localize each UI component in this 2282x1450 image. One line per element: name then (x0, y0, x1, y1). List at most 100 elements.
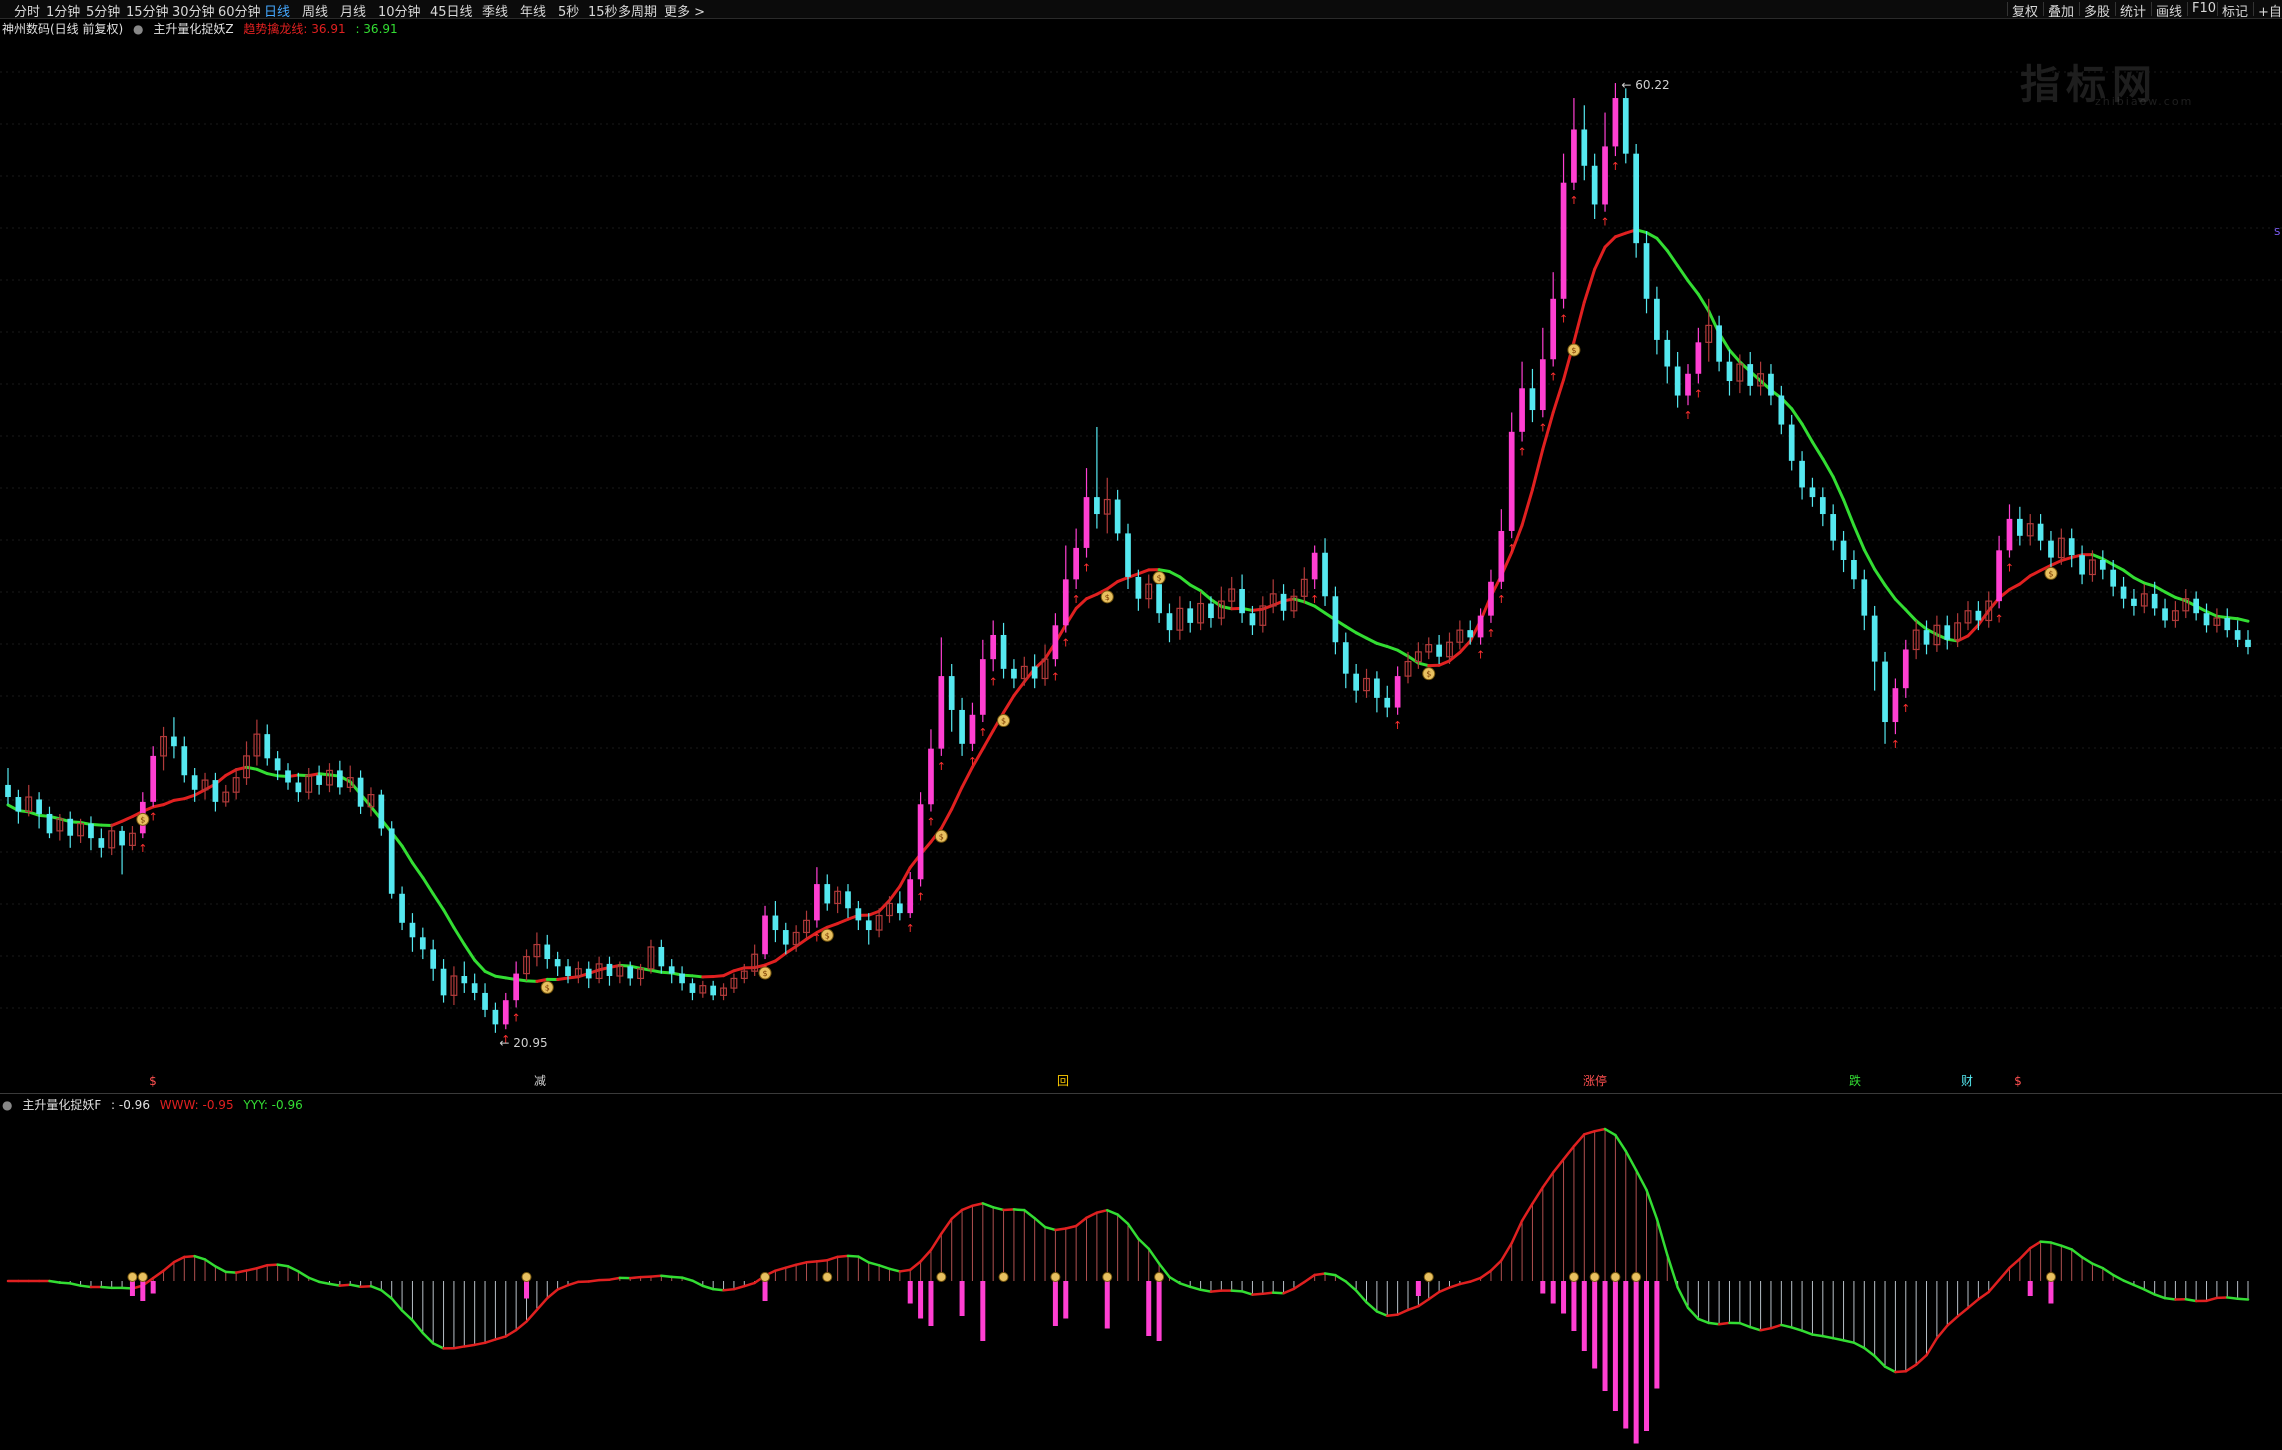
tool-separator (2043, 2, 2044, 16)
trend-line-segment (1852, 524, 1866, 552)
oscillator-segment (421, 1331, 435, 1345)
candle (544, 934, 551, 969)
candle (326, 763, 333, 793)
period-tab-12[interactable]: 年线 (520, 1, 546, 20)
candle-body (959, 709, 965, 744)
candle-body (2193, 598, 2199, 614)
oscillator-segment (1282, 1287, 1296, 1295)
period-tab-14[interactable]: 15秒 (588, 1, 618, 20)
candle-body (1498, 530, 1505, 582)
trend-line-segment (1437, 659, 1451, 667)
period-tab-3[interactable]: 15分钟 (126, 1, 169, 20)
trend-line-segment (1696, 292, 1711, 313)
candle (2140, 584, 2148, 614)
oscillator-segment (908, 1260, 922, 1272)
period-tab-0[interactable]: 分时 (14, 1, 40, 20)
candle-body (928, 748, 934, 805)
signal-bar (2048, 1281, 2054, 1304)
candle (2234, 620, 2241, 648)
oscillator-segment (203, 1258, 217, 1268)
tool-button-7[interactable]: +自 (2258, 1, 2282, 20)
candle-body (2120, 586, 2127, 599)
coin-symbol: $ (545, 983, 550, 992)
oscillator-segment (940, 1217, 953, 1235)
candle-body (679, 973, 685, 984)
period-tab-11[interactable]: 季线 (482, 1, 508, 20)
trend-line-segment (690, 974, 705, 979)
money-bag-icon (127, 1272, 138, 1282)
trend-line-segment (1188, 583, 1203, 593)
period-tab-16[interactable]: 更多 > (664, 1, 705, 20)
period-tab-10[interactable]: 45日线 (430, 1, 473, 20)
candle-body (1716, 325, 1722, 362)
oscillator-segment (1614, 1133, 1628, 1153)
candle-body (845, 891, 851, 909)
candle-body (295, 782, 302, 793)
candle: ↑ (989, 620, 998, 688)
signal-bar (1592, 1281, 1598, 1369)
buy-arrow-icon: ↑ (1569, 194, 1578, 207)
oscillator-segment (380, 1288, 393, 1300)
candle (1768, 364, 1774, 406)
candle-body (264, 734, 271, 759)
candle-body (1467, 630, 1474, 638)
tool-button-3[interactable]: 统计 (2120, 1, 2146, 20)
period-tab-7[interactable]: 周线 (302, 1, 328, 20)
period-tab-1[interactable]: 1分钟 (46, 1, 80, 20)
candle-body (1830, 514, 1837, 541)
period-tab-13[interactable]: 5秒 (558, 1, 579, 20)
tool-button-0[interactable]: 复权 (2012, 1, 2038, 20)
oscillator-segment (68, 1282, 82, 1287)
buy-arrow-icon: ↑ (1517, 445, 1526, 458)
tool-button-1[interactable]: 叠加 (2048, 1, 2074, 20)
tool-button-6[interactable]: 标记 (2222, 1, 2248, 20)
oscillator-segment (898, 1268, 912, 1273)
candle-body (513, 973, 519, 1001)
candle (181, 736, 188, 783)
candle (1840, 530, 1847, 573)
candle-body (1062, 579, 1069, 626)
period-tab-5[interactable]: 60分钟 (218, 1, 261, 20)
signal-bar (762, 1281, 768, 1301)
trend-line-segment (1966, 623, 1980, 638)
tool-separator (2151, 2, 2152, 16)
period-tab-9[interactable]: 10分钟 (378, 1, 421, 20)
candle (232, 768, 240, 800)
candle (1228, 576, 1236, 609)
tool-button-4[interactable]: 画线 (2156, 1, 2182, 20)
coin-symbol: $ (1001, 717, 1006, 726)
oscillator-chart[interactable] (0, 1095, 2282, 1450)
period-tab-4[interactable]: 30分钟 (172, 1, 215, 20)
candle (67, 811, 74, 848)
trend-line-segment (556, 976, 570, 982)
candle-body (171, 736, 177, 747)
oscillator-segment (2163, 1296, 2177, 1301)
candle (88, 816, 94, 851)
candlestick-chart[interactable]: ↑↑↑↑↑↑↑↑↑↑↑↑↑↑↑↑↑↑↑↑↑↑↑↑↑↑↑↑↑↑↑↑↑↑↑↑$$$$… (0, 20, 2282, 1090)
panel-divider[interactable] (0, 1093, 2282, 1094)
signal-bar (1571, 1281, 1577, 1331)
period-tab-15[interactable]: 多周期 (618, 1, 657, 20)
candle-body (1851, 560, 1857, 580)
candle-body (1591, 165, 1598, 205)
trend-line-segment (825, 922, 840, 929)
candle-body (419, 937, 426, 950)
period-tab-8[interactable]: 月线 (340, 1, 366, 20)
tool-button-2[interactable]: 多股 (2084, 1, 2110, 20)
high-price-label: ← 60.22 (1621, 78, 1669, 92)
candle-body (1840, 540, 1847, 560)
oscillator-segment (1572, 1133, 1586, 1148)
period-tab-2[interactable]: 5分钟 (86, 1, 120, 20)
period-tab-6[interactable]: 日线 (264, 1, 290, 20)
trend-line-segment (1572, 300, 1586, 344)
candle-body (1083, 497, 1090, 548)
oscillator-segment (266, 1263, 279, 1267)
oscillator-segment (546, 1288, 559, 1300)
money-bag-icon (760, 1272, 771, 1282)
candle: ↑ (1600, 112, 1610, 229)
oscillator-segment (1956, 1306, 1970, 1318)
trend-line-segment (1893, 597, 1908, 612)
candle (1529, 368, 1536, 423)
candle (212, 772, 219, 812)
tool-button-5[interactable]: F10 (2192, 1, 2216, 16)
